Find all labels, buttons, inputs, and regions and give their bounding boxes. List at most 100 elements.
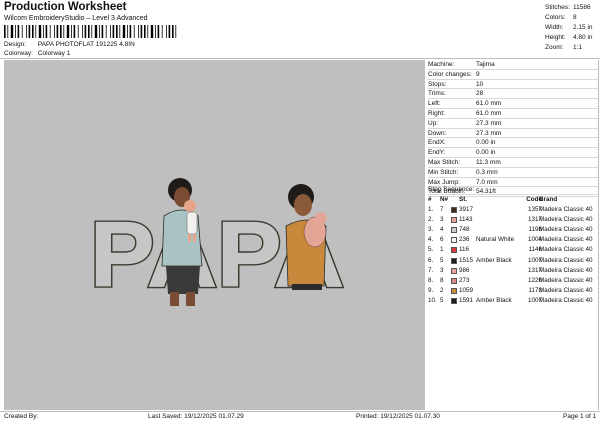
spec-value: 10 [476,80,484,88]
machine-specs: Machine: Tajima Color changes: 9 Stops: 10 Tri… [428,60,598,198]
stop-sequence-title: Stop Sequence: [428,186,475,193]
stop-row: 3. 4 748 1198 Madeira Classic 40 [428,225,598,235]
colorway-row: Colorway: Colorway 1 [4,50,70,57]
colorway-label: Colorway: [4,50,33,57]
spec-label: Color changes: [428,70,472,78]
spec-label: Left: [428,100,441,108]
stat-label: Zoom: [545,44,564,51]
stop-sequence-table: # N# St. Code Brand 1. 7 3917 1357 Madeira C… [428,195,598,306]
stat-value: 8 [573,14,577,21]
spec-value: 11.3 mm [476,158,501,166]
spec-value: 27.3 mm [476,119,502,127]
spec-value: Tajima [476,61,495,68]
stop-row: 7. 3 986 1317 Madeira Classic 40 [428,266,598,276]
needle-number: 8 [440,276,444,284]
stitch-count: 986 [459,266,470,274]
needle-number: 4 [440,226,444,234]
stop-index: 9. [428,286,434,294]
stop-sequence-header: # N# St. Code Brand [428,195,598,205]
stat-value: 2.15 in [573,24,593,31]
design-preview-canvas: PAPA PAPA [4,60,425,410]
needle-number: 2 [440,286,444,294]
thread-brand: Madeira Classic 40 [539,206,593,214]
stop-index: 6. [428,256,434,264]
needle-number: 3 [440,266,444,274]
spec-label: Up: [428,119,439,127]
color-swatch [451,257,457,264]
thread-brand: Madeira Classic 40 [539,216,593,224]
stitch-count: 1059 [459,286,474,294]
worksheet-title: Production Worksheet [4,1,127,13]
printed-date: Printed: 19/12/2025 01.07.30 [356,413,440,420]
stat-value: 1:1 [573,44,583,51]
barcode [4,25,177,38]
stitch-count: 748 [459,226,470,234]
needle-number: 5 [440,256,444,264]
col-stitches-header: St. [459,196,468,203]
thread-brand: Madeira Classic 40 [539,276,593,284]
footer-divider [0,411,600,412]
software-subtitle: Wilcom EmbroideryStudio – Level 3 Advanc… [4,15,148,22]
stop-row: 4. 6 236 Natural White 1004 Madeira Classic 4… [428,235,598,245]
stop-row: 6. 5 1515 Amber Black 1007 Madeira Classic 40 [428,256,598,266]
stat-label: Width: [545,24,564,31]
color-swatch [451,267,457,274]
stitch-count: 1143 [459,216,473,224]
spec-value: 28 [476,90,484,98]
spec-value: 0.00 in [476,149,496,157]
figure-dad-with-baby [285,184,327,290]
spec-label: Down: [428,129,447,137]
last-saved: Last Saved: 19/12/2025 01.07.29 [148,413,244,420]
spec-value: 9 [476,70,480,78]
color-name: Amber Black [476,256,512,264]
spec-label: Stops: [428,80,447,88]
stitch-count: 3917 [459,206,474,214]
stat-row: Colors: 8 [545,13,600,23]
stitch-count: 1591 [459,296,474,304]
stitch-count: 236 [459,236,470,244]
stop-index: 2. [428,216,434,224]
spec-label: Max Stitch: [428,158,461,166]
stop-row: 1. 7 3917 1357 Madeira Classic 40 [428,205,598,215]
stat-row: Width: 2.15 in [545,23,600,33]
thread-brand: Madeira Classic 40 [539,296,593,304]
colorway-value: Colorway 1 [37,50,71,57]
color-name: Amber Black [476,296,512,304]
col-num-header: # [428,196,432,203]
stat-value: 4.80 in [573,34,593,41]
thread-brand: Madeira Classic 40 [539,286,593,294]
color-swatch [451,227,457,234]
page-number: Page 1 of 1 [563,413,597,420]
created-by: Created By: [4,413,39,420]
stat-row: Zoom: 1:1 [545,43,600,53]
needle-number: 3 [440,216,444,224]
design-row: Design: PAPA PHOTOFLAT 191225 4,8IN [4,41,135,48]
stop-row: 9. 2 1059 1173 Madeira Classic 40 [428,286,598,296]
stop-row: 10. 5 1591 Amber Black 1007 Madeira Classic 4… [428,296,598,306]
spec-value: 7.0 mm [476,178,498,186]
stitch-count: 273 [459,276,470,284]
needle-number: 6 [440,236,444,244]
spec-label: Trims: [428,90,446,98]
design-label: Design: [4,41,27,48]
design-value: PAPA PHOTOFLAT 191225 4,8IN [37,41,135,48]
spec-label: Right: [428,109,445,117]
stop-row: 2. 3 1143 1317 Madeira Classic 40 [428,215,598,225]
color-name: Natural White [476,236,515,244]
color-swatch [451,297,457,304]
color-swatch [451,247,457,254]
spec-label: EndX: [428,139,446,147]
color-swatch [451,237,457,244]
col-brand-header: Brand [539,196,558,203]
stat-label: Colors: [545,14,566,21]
color-swatch [451,287,457,294]
stop-index: 1. [428,206,434,214]
stop-row: 8. 8 273 1220 Madeira Classic 40 [428,276,598,286]
thread-brand: Madeira Classic 40 [539,256,593,264]
needle-number: 1 [440,246,444,254]
stop-index: 8. [428,276,434,284]
stop-row: 5. 1 116 1146 Madeira Classic 40 [428,245,598,255]
design-stats: Stitches: 11586 Colors: 8 Width: 2.15 in Heigh… [545,3,600,53]
stat-value: 11586 [573,4,591,11]
spec-value: 27.3 mm [476,129,502,137]
